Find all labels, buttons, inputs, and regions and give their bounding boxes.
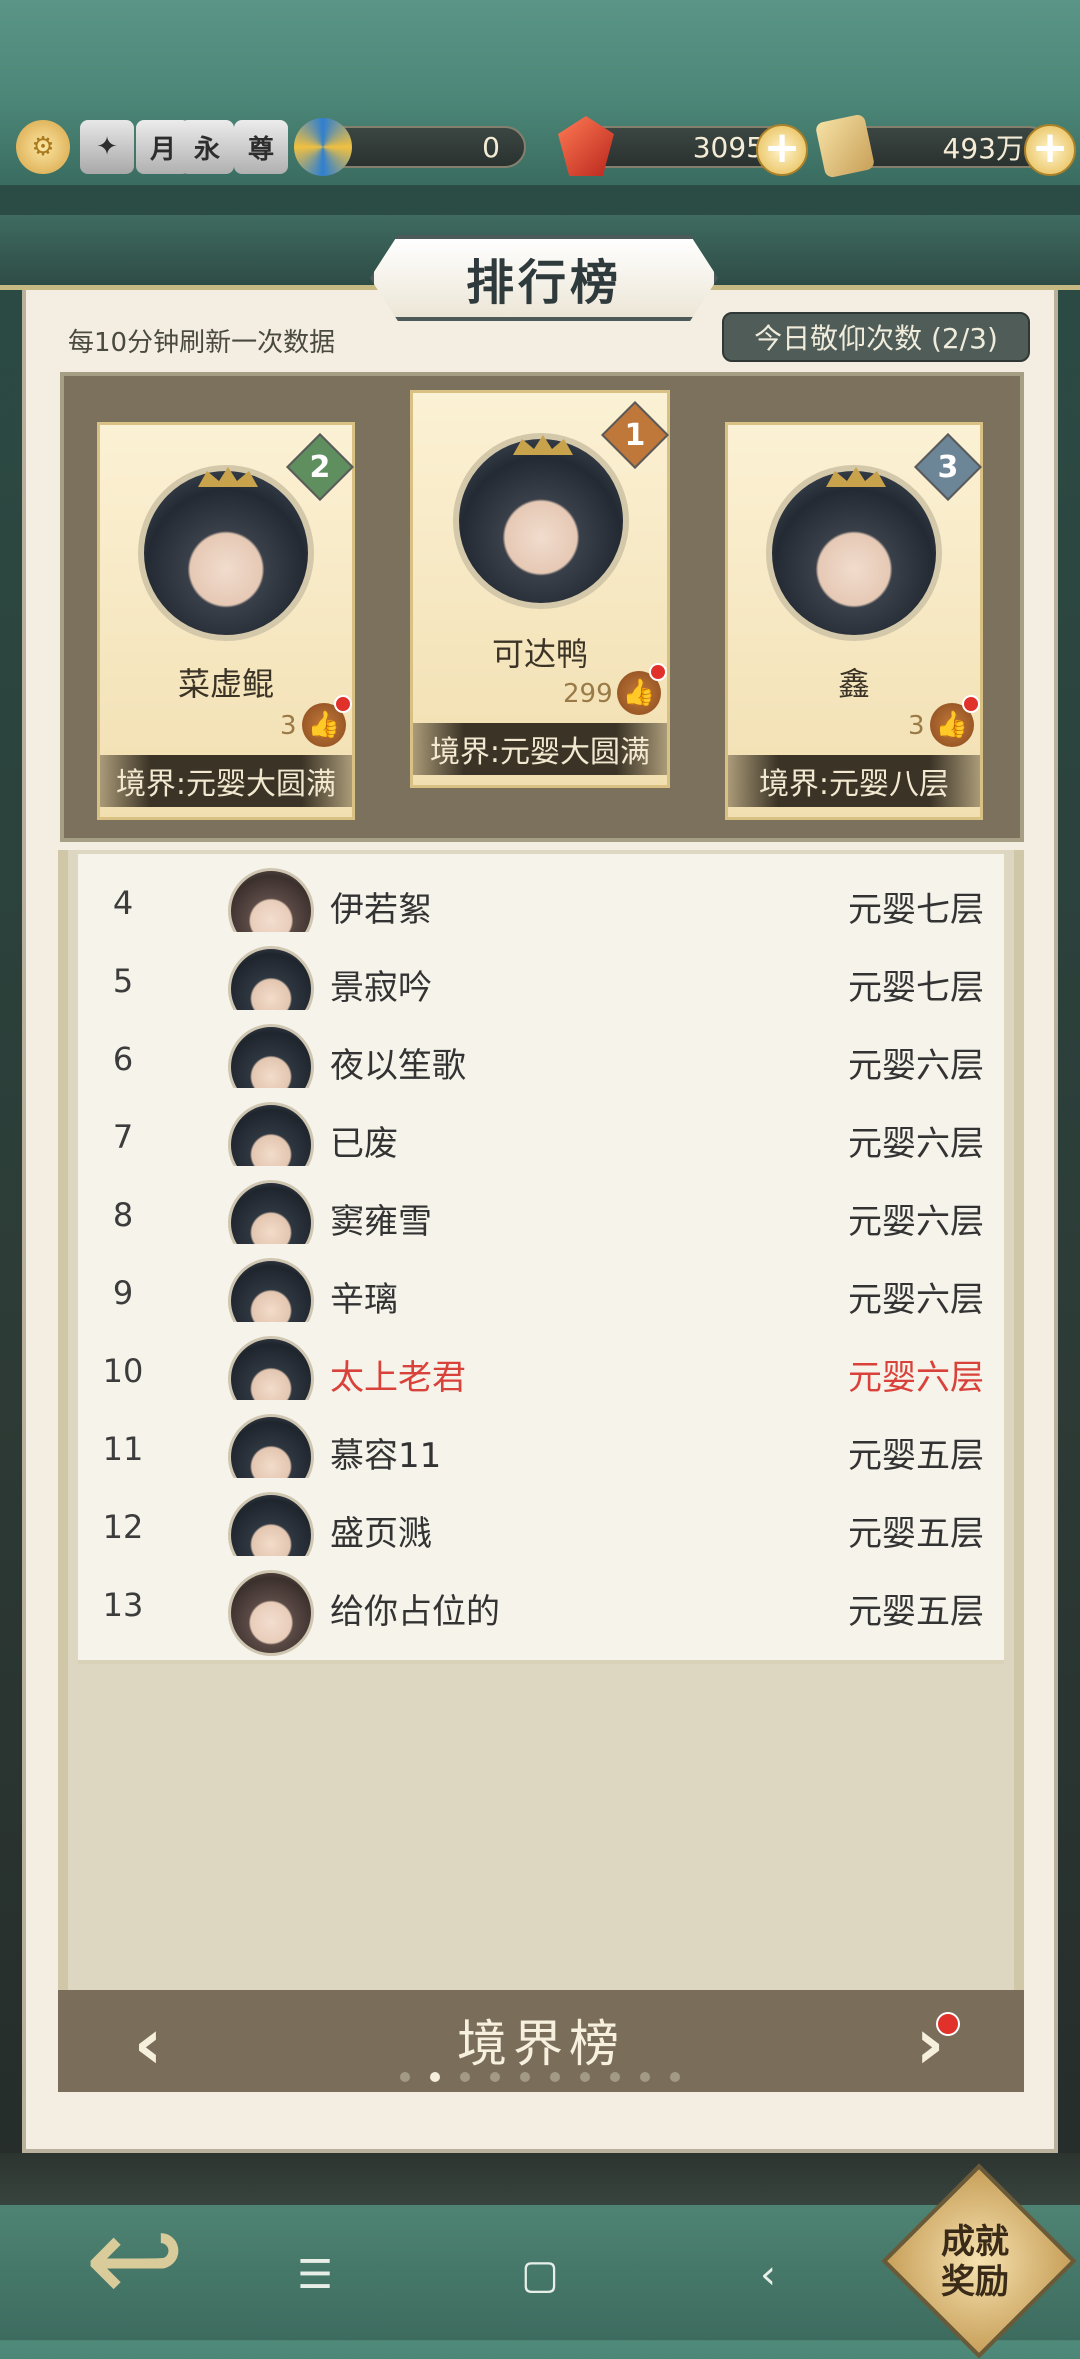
moon-glyph: 月 (149, 134, 176, 165)
eternal-badge-icon[interactable]: 永 (180, 120, 234, 174)
notification-dot (936, 2012, 960, 2036)
rank-badge-3: 3 (914, 433, 982, 501)
player-name: 辛璃 (330, 1280, 398, 1320)
page-dot (640, 2072, 650, 2082)
player-name: 菜虚鲲 (177, 665, 274, 703)
refresh-note: 每10分钟刷新一次数据 (68, 328, 336, 358)
return-arrow-icon[interactable]: ↩ (40, 2191, 230, 2330)
supreme-badge-icon[interactable]: 尊 (234, 120, 288, 174)
rank-number: 1 (624, 417, 646, 453)
realm-label: 元婴五层 (848, 1592, 984, 1632)
player-name: 已废 (330, 1124, 398, 1164)
page-dot (430, 2072, 440, 2082)
scroll-value: 493万 (942, 132, 1024, 165)
realm-label: 境界:元婴大圆满 (100, 755, 352, 807)
settings-icon[interactable]: ⚙ (16, 120, 70, 174)
realm-label: 元婴六层 (848, 1124, 984, 1164)
add-scroll-button[interactable]: + (1024, 124, 1076, 176)
player-name: 伊若絮 (330, 890, 432, 930)
rank-number: 13 (102, 1586, 144, 1624)
title-plate: 排行榜 (370, 235, 718, 321)
realm-label: 元婴五层 (848, 1514, 984, 1554)
spirit-swirl-icon (294, 118, 352, 176)
like-count: 3 (280, 711, 297, 741)
page-dot (550, 2072, 560, 2082)
notification-dot (962, 695, 980, 713)
like-count: 3 (908, 711, 925, 741)
rank-number: 12 (102, 1508, 144, 1546)
page-dot (610, 2072, 620, 2082)
player-name: 给你占位的 (330, 1592, 500, 1632)
rank-number: 9 (112, 1274, 134, 1312)
page-dot (460, 2072, 470, 2082)
ranking-list[interactable]: 4 伊若絮 元婴七层 5 景寂吟 元婴七层 6 夜以笙歌 元婴六层 7 已废 元… (58, 850, 1024, 1990)
realm-label: 元婴六层 (848, 1280, 984, 1320)
achievement-reward-label: 成就 奖励 (910, 2222, 1040, 2302)
page-dot (490, 2072, 500, 2082)
realm-label: 境界:元婴八层 (728, 755, 980, 807)
badge-icon[interactable]: ✦ (80, 120, 134, 174)
player-name: 景寂吟 (330, 968, 432, 1008)
avatar (228, 1570, 314, 1656)
player-avatar (453, 433, 629, 609)
realm-label: 元婴六层 (848, 1358, 984, 1398)
player-name: 盛页溅 (330, 1514, 432, 1554)
realm-label: 元婴七层 (848, 890, 984, 930)
eternal-glyph: 永 (193, 134, 220, 165)
rank-number: 10 (102, 1352, 144, 1390)
leaderboard-switcher: 境界榜 ‹ › (58, 1990, 1024, 2092)
realm-label: 元婴七层 (848, 968, 984, 1008)
add-gem-button[interactable]: + (756, 124, 808, 176)
prev-board-arrow-icon[interactable]: ‹ (116, 2003, 180, 2085)
table-row[interactable]: 13 给你占位的 元婴五层 (78, 1556, 1004, 1664)
player-avatar (138, 465, 314, 641)
player-name: 窦雍雪 (330, 1202, 432, 1242)
notification-dot (334, 695, 352, 713)
player-name: 可达鸭 (491, 635, 588, 673)
achievement-label-line1: 成就 (941, 2222, 1009, 2262)
rank-number: 5 (112, 962, 134, 1000)
rank-number: 8 (112, 1196, 134, 1234)
supreme-glyph: 尊 (247, 134, 274, 165)
player-name: 慕容11 (330, 1436, 442, 1476)
like-count: 299 (563, 679, 613, 709)
achievement-label-line2: 奖励 (941, 2262, 1009, 2302)
rank-number: 6 (112, 1040, 134, 1078)
page-dot (670, 2072, 680, 2082)
realm-label: 元婴五层 (848, 1436, 984, 1476)
leaderboard-title: 境界榜 (457, 2015, 625, 2073)
player-avatar (766, 465, 942, 641)
podium-card-rank-1[interactable]: 1 可达鸭 299 👍 境界:元婴大圆满 (410, 390, 670, 788)
rank-badge-2: 2 (286, 433, 354, 501)
notification-dot (649, 663, 667, 681)
home-icon[interactable]: ▢ (510, 2245, 570, 2305)
back-icon[interactable]: ‹ (738, 2245, 798, 2305)
podium-card-rank-3[interactable]: 3 鑫 3 👍 境界:元婴八层 (725, 422, 983, 820)
page-dot (400, 2072, 410, 2082)
spirit-value: 0 (482, 130, 500, 164)
realm-label: 元婴六层 (848, 1046, 984, 1086)
podium-card-rank-2[interactable]: 2 菜虚鲲 3 👍 境界:元婴大圆满 (97, 422, 355, 820)
rank-badge-1: 1 (601, 401, 669, 469)
player-name: 太上老君 (330, 1358, 466, 1398)
page-dot (580, 2072, 590, 2082)
rank-number: 11 (102, 1430, 144, 1468)
realm-label: 元婴六层 (848, 1202, 984, 1242)
player-name: 鑫 (837, 665, 870, 703)
gem-value: 3095 (692, 130, 764, 164)
worship-count-badge: 今日敬仰次数 (2/3) (722, 312, 1030, 362)
rank-number: 7 (112, 1118, 134, 1156)
rank-number: 2 (309, 449, 331, 485)
rank-number: 3 (937, 449, 959, 485)
menu-icon[interactable]: ☰ (285, 2245, 345, 2305)
page-title: 排行榜 (465, 255, 622, 311)
player-name: 夜以笙歌 (330, 1046, 466, 1086)
page-dot (520, 2072, 530, 2082)
realm-label: 境界:元婴大圆满 (413, 723, 667, 775)
rank-number: 4 (112, 884, 134, 922)
